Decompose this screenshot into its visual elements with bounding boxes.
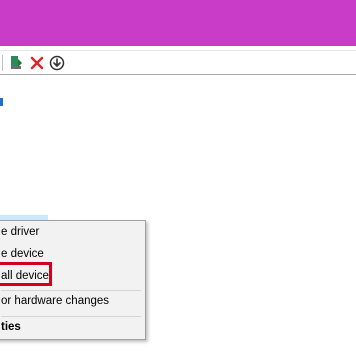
uninstall-device-button[interactable] xyxy=(28,54,46,72)
menu-scan-hardware-changes[interactable]: or hardware changes xyxy=(0,290,145,312)
update-driver-icon xyxy=(11,56,22,69)
download-button[interactable] xyxy=(48,54,66,72)
update-driver-button[interactable] xyxy=(8,54,26,72)
toolbar xyxy=(0,50,356,75)
uninstall-highlight-box xyxy=(0,262,52,286)
menu-update-driver[interactable]: e driver xyxy=(0,221,145,243)
uninstall-icon xyxy=(30,56,44,70)
window-title-bar xyxy=(0,0,356,46)
menu-properties[interactable]: ties xyxy=(0,316,145,338)
download-icon xyxy=(49,55,65,71)
tree-node-fragment[interactable] xyxy=(0,98,3,106)
toolbar-separator xyxy=(2,55,3,71)
